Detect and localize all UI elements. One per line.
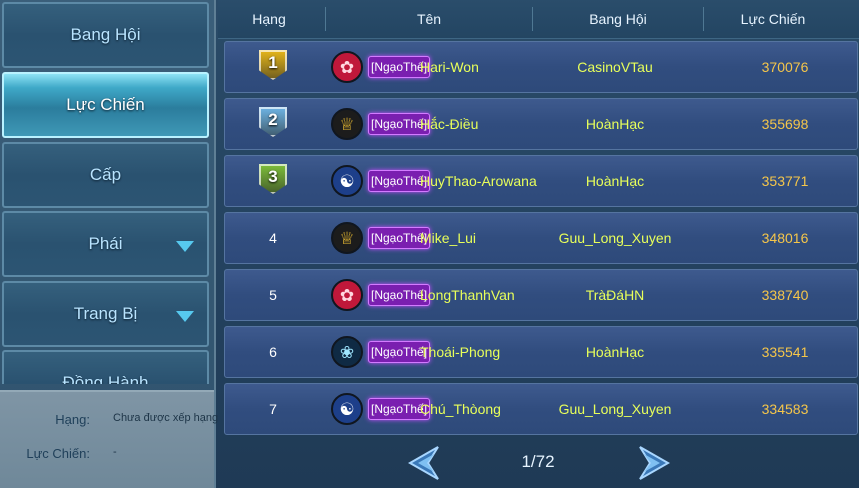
player-combat-power: 355698 xyxy=(761,116,809,132)
rank-number: 7 xyxy=(269,401,277,417)
category-equipment-button[interactable]: Trang Bị xyxy=(2,281,209,347)
player-combat-power: 370076 xyxy=(761,59,809,75)
player-combat-power: 338740 xyxy=(761,287,809,303)
player-combat-power: 335541 xyxy=(761,344,809,360)
table-header: Hạng Tên Bang Hội Lực Chiến xyxy=(218,0,859,39)
category-level-button[interactable]: Cấp xyxy=(2,142,209,208)
rank-gold-medal-icon: 1 xyxy=(259,50,287,84)
table-row[interactable]: 6 ❀ [NgạoThế] Thoái-Phong HoànHạc 335541 xyxy=(224,326,858,378)
category-label: Lực Chiến xyxy=(66,95,145,114)
table-row[interactable]: 4 ♕ [NgạoThế] Mike_Lui Guu_Long_Xuyen 34… xyxy=(224,212,858,264)
category-label: Trang Bị xyxy=(73,304,138,323)
page-indicator: 1/72 xyxy=(521,452,555,471)
fan-emblem-icon: ❀ xyxy=(331,336,363,368)
medal-rank-number: 3 xyxy=(268,167,278,186)
player-name[interactable]: HuyThao-Arowana xyxy=(420,156,537,206)
ranking-table-panel: Hạng Tên Bang Hội Lực Chiến 1 ✿ [NgạoThế… xyxy=(218,0,859,488)
header-guild: Bang Hội xyxy=(589,11,647,27)
yellow-crest-emblem-icon: ♕ xyxy=(331,108,363,140)
header-rank: Hạng xyxy=(252,11,286,27)
player-guild: Guu_Long_Xuyen xyxy=(558,230,672,246)
category-label: Bang Hội xyxy=(70,25,141,44)
player-guild: HoànHạc xyxy=(585,173,645,189)
my-power-value: - xyxy=(113,446,117,458)
my-power-label: Lực Chiến: xyxy=(26,446,90,461)
player-guild: CasinoVTau xyxy=(577,59,653,75)
dropdown-arrow-icon xyxy=(176,241,194,252)
rank-number: 6 xyxy=(269,344,277,360)
player-combat-power: 353771 xyxy=(761,173,809,189)
table-row[interactable]: 3 ☯ [NgạoThế] HuyThao-Arowana HoànHạc 35… xyxy=(224,155,858,207)
header-power: Lực Chiến xyxy=(740,11,806,27)
category-guild-button[interactable]: Bang Hội xyxy=(2,2,209,68)
rank-silver-medal-icon: 2 xyxy=(259,107,287,141)
category-companion-button[interactable]: Đồng Hành xyxy=(2,350,209,384)
previous-page-arrow-icon[interactable] xyxy=(406,445,440,481)
player-combat-power: 334583 xyxy=(761,401,809,417)
my-rank-label: Hạng: xyxy=(55,412,90,427)
yin-yang-emblem-icon: ☯ xyxy=(331,165,363,197)
yin-yang-emblem-icon: ☯ xyxy=(331,393,363,425)
player-name[interactable]: Hari-Won xyxy=(420,42,479,92)
player-guild: HoànHạc xyxy=(585,116,645,132)
table-row[interactable]: 5 ✿ [NgạoThế] LongThanhVan TràĐáHN 33874… xyxy=(224,269,858,321)
player-name[interactable]: Chú_Thòong xyxy=(420,384,501,434)
pagination: 1/72 xyxy=(218,440,859,488)
rank-number: 4 xyxy=(269,230,277,246)
category-menu: Bang Hội Lực Chiến Cấp Phái Trang Bị Đồn… xyxy=(2,2,209,384)
player-name[interactable]: Hắc-Điều xyxy=(420,99,478,149)
category-label: Phái xyxy=(88,234,123,253)
flower-emblem-icon: ✿ xyxy=(331,51,363,83)
my-rank-value: Chưa được xếp hạng xyxy=(113,412,219,424)
table-row[interactable]: 7 ☯ [NgạoThế] Chú_Thòong Guu_Long_Xuyen … xyxy=(224,383,858,435)
player-name[interactable]: Mike_Lui xyxy=(420,213,476,263)
player-guild: TràĐáHN xyxy=(585,287,645,303)
table-row[interactable]: 2 ♕ [NgạoThế] Hắc-Điều HoànHạc 355698 xyxy=(224,98,858,150)
my-rank-row: Hạng: Chưa được xếp hạng xyxy=(0,412,218,432)
rank-number: 5 xyxy=(269,287,277,303)
ranking-category-sidebar: Bang Hội Lực Chiến Cấp Phái Trang Bị Đồn… xyxy=(0,0,218,488)
rank-bronze-medal-icon: 3 xyxy=(259,164,287,198)
category-combat-power-button[interactable]: Lực Chiến xyxy=(2,72,209,138)
flower-emblem-icon: ✿ xyxy=(331,279,363,311)
yellow-crest-emblem-icon: ♕ xyxy=(331,222,363,254)
my-power-row: Lực Chiến: - xyxy=(0,446,214,466)
player-guild: HoànHạc xyxy=(585,344,645,360)
header-name: Tên xyxy=(416,11,442,27)
player-guild: Guu_Long_Xuyen xyxy=(558,401,672,417)
my-rank-info-panel: Hạng: Chưa được xếp hạng Lực Chiến: - xyxy=(0,390,218,488)
player-name[interactable]: LongThanhVan xyxy=(420,270,515,320)
dropdown-arrow-icon xyxy=(176,311,194,322)
category-label: Đồng Hành xyxy=(62,373,149,384)
player-name[interactable]: Thoái-Phong xyxy=(420,327,500,377)
player-combat-power: 348016 xyxy=(761,230,809,246)
medal-rank-number: 2 xyxy=(268,110,278,129)
category-label: Cấp xyxy=(89,165,122,184)
medal-rank-number: 1 xyxy=(268,53,278,72)
category-faction-button[interactable]: Phái xyxy=(2,211,209,277)
next-page-arrow-icon[interactable] xyxy=(638,445,672,481)
table-row[interactable]: 1 ✿ [NgạoThế] Hari-Won CasinoVTau 370076 xyxy=(224,41,858,93)
